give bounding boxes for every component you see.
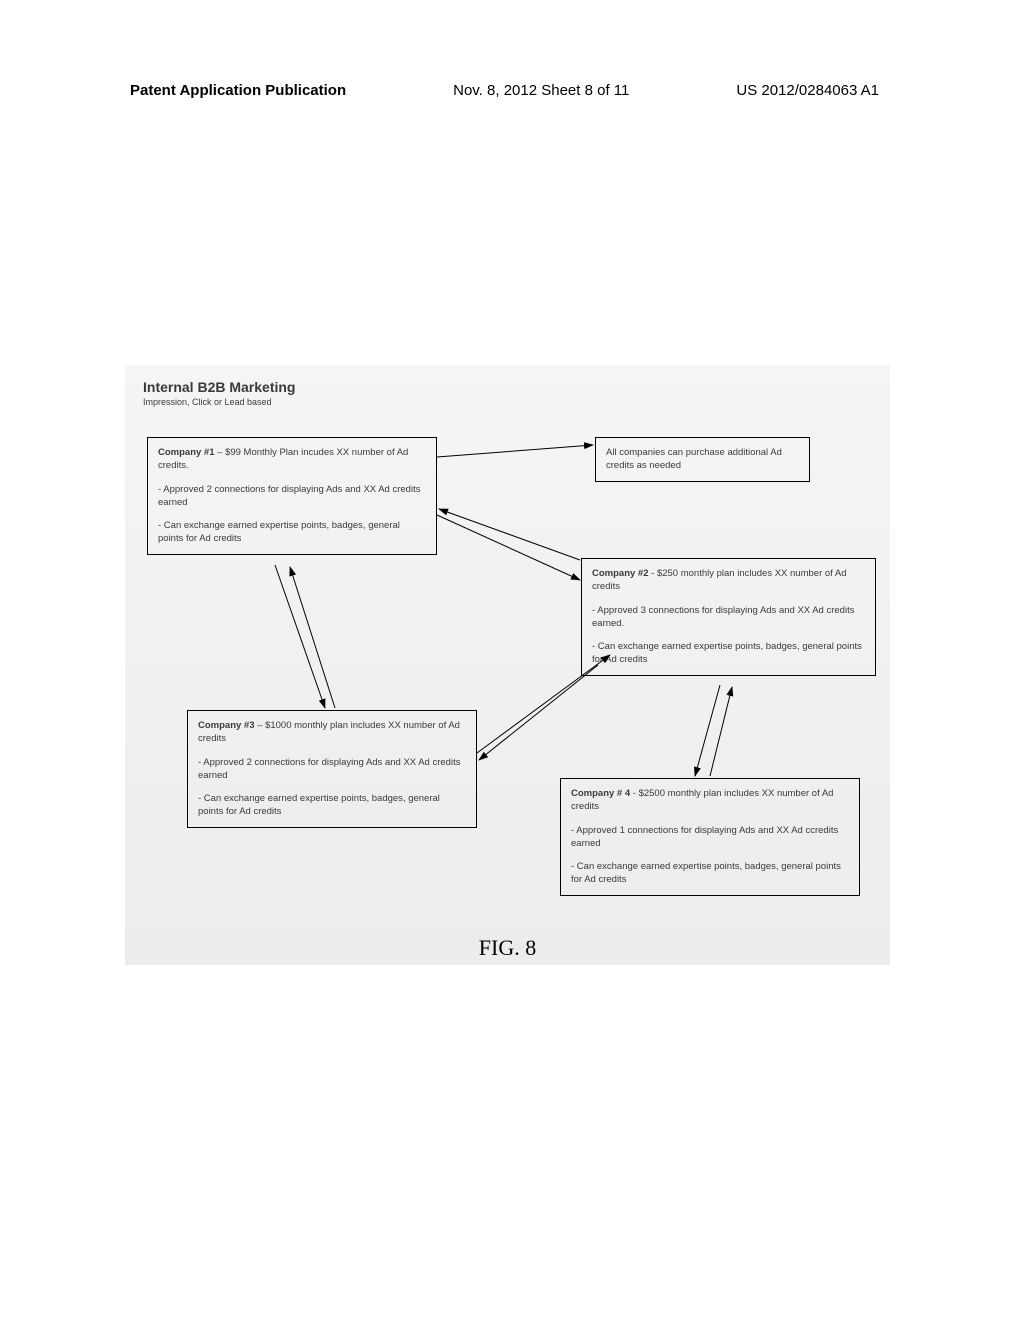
company-1-bullet-2: - Can exchange earned expertise points, … [158,519,426,546]
company-2-label: Company #2 [592,568,649,579]
diagram-figure: Internal B2B Marketing Impression, Click… [125,365,890,965]
top-note-box: All companies can purchase additional Ad… [595,437,810,482]
top-note-text: All companies can purchase additional Ad… [606,447,782,471]
company-4-bullet-2: - Can exchange earned expertise points, … [571,860,849,887]
company-1-box: Company #1 – $99 Monthly Plan incudes XX… [147,437,437,555]
company-4-box: Company # 4 - $2500 monthly plan include… [560,778,860,896]
publication-type: Patent Application Publication [130,82,346,99]
company-1-bullet-1: - Approved 2 connections for displaying … [158,483,426,510]
date-sheet: Nov. 8, 2012 Sheet 8 of 11 [453,82,629,99]
page-header: Patent Application Publication Nov. 8, 2… [0,82,1024,99]
company-3-bullet-1: - Approved 2 connections for displaying … [198,756,466,783]
company-4-bullet-1: - Approved 1 connections for displaying … [571,824,849,851]
company-2-bullet-2: - Can exchange earned expertise points, … [592,640,865,667]
company-3-box: Company #3 – $1000 monthly plan includes… [187,710,477,828]
diagram-title: Internal B2B Marketing [143,379,295,395]
figure-caption: FIG. 8 [125,935,890,961]
company-4-label: Company # 4 [571,788,630,799]
publication-number: US 2012/0284063 A1 [736,82,879,99]
company-2-box: Company #2 - $250 monthly plan includes … [581,558,876,676]
company-3-label: Company #3 [198,720,255,731]
diagram-subtitle: Impression, Click or Lead based [143,397,272,407]
company-3-bullet-2: - Can exchange earned expertise points, … [198,792,466,819]
company-2-bullet-1: - Approved 3 connections for displaying … [592,604,865,631]
company-1-label: Company #1 [158,447,215,458]
